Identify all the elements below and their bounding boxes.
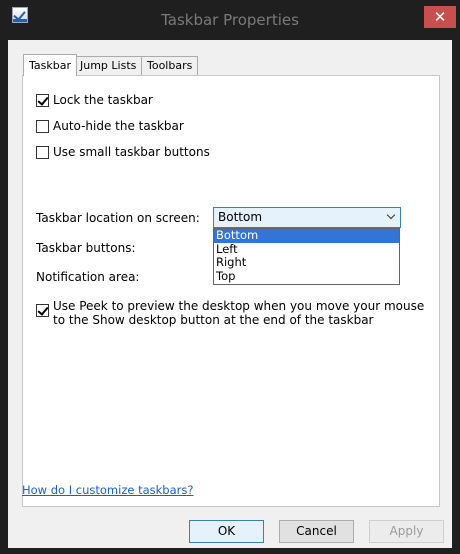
taskbar-buttons-label: Taskbar buttons: <box>36 241 136 255</box>
tab-toolbars[interactable]: Toolbars <box>141 56 199 75</box>
small-buttons-option[interactable]: Use small taskbar buttons <box>36 145 210 159</box>
peek-label: Use Peek to preview the desktop when you… <box>53 299 425 327</box>
peek-checkbox[interactable] <box>36 304 49 317</box>
lock-taskbar-option[interactable]: Lock the taskbar <box>36 93 153 107</box>
auto-hide-option[interactable]: Auto-hide the taskbar <box>36 119 184 133</box>
small-buttons-checkbox[interactable] <box>36 146 49 159</box>
tab-jump-lists[interactable]: Jump Lists <box>74 56 143 75</box>
taskbar-properties-window: Taskbar Properties ✕ Taskbar Jump Lists … <box>0 0 460 554</box>
close-icon: ✕ <box>433 8 447 26</box>
notification-area-label: Notification area: <box>36 270 140 284</box>
lock-taskbar-label: Lock the taskbar <box>53 93 153 107</box>
location-select-value: Bottom <box>218 210 263 224</box>
apply-button[interactable]: Apply <box>369 520 444 543</box>
customize-taskbars-help-link[interactable]: How do I customize taskbars? <box>22 483 193 497</box>
title-bar[interactable]: Taskbar Properties ✕ <box>0 0 460 40</box>
location-option-left[interactable]: Left <box>214 242 399 257</box>
location-option-bottom[interactable]: Bottom <box>214 229 399 243</box>
chevron-down-icon <box>386 210 396 220</box>
taskbar-tab-panel: Lock the taskbar Auto-hide the taskbar U… <box>22 75 440 507</box>
ok-button[interactable]: OK <box>189 520 264 543</box>
peek-option[interactable]: Use Peek to preview the desktop when you… <box>36 299 431 327</box>
small-buttons-label: Use small taskbar buttons <box>53 145 210 159</box>
lock-taskbar-checkbox[interactable] <box>36 94 49 107</box>
location-dropdown-list: Bottom Left Right Top <box>213 228 400 285</box>
location-option-right[interactable]: Right <box>214 256 399 270</box>
window-title: Taskbar Properties <box>161 11 299 29</box>
tab-taskbar[interactable]: Taskbar <box>23 54 77 76</box>
dialog-body: Taskbar Jump Lists Toolbars Lock the tas… <box>8 40 452 548</box>
auto-hide-checkbox[interactable] <box>36 120 49 133</box>
location-select[interactable]: Bottom <box>213 207 401 228</box>
auto-hide-label: Auto-hide the taskbar <box>53 119 184 133</box>
close-button[interactable]: ✕ <box>424 6 456 28</box>
location-label: Taskbar location on screen: <box>36 211 200 225</box>
cancel-button[interactable]: Cancel <box>279 520 354 543</box>
location-option-top[interactable]: Top <box>214 269 399 284</box>
